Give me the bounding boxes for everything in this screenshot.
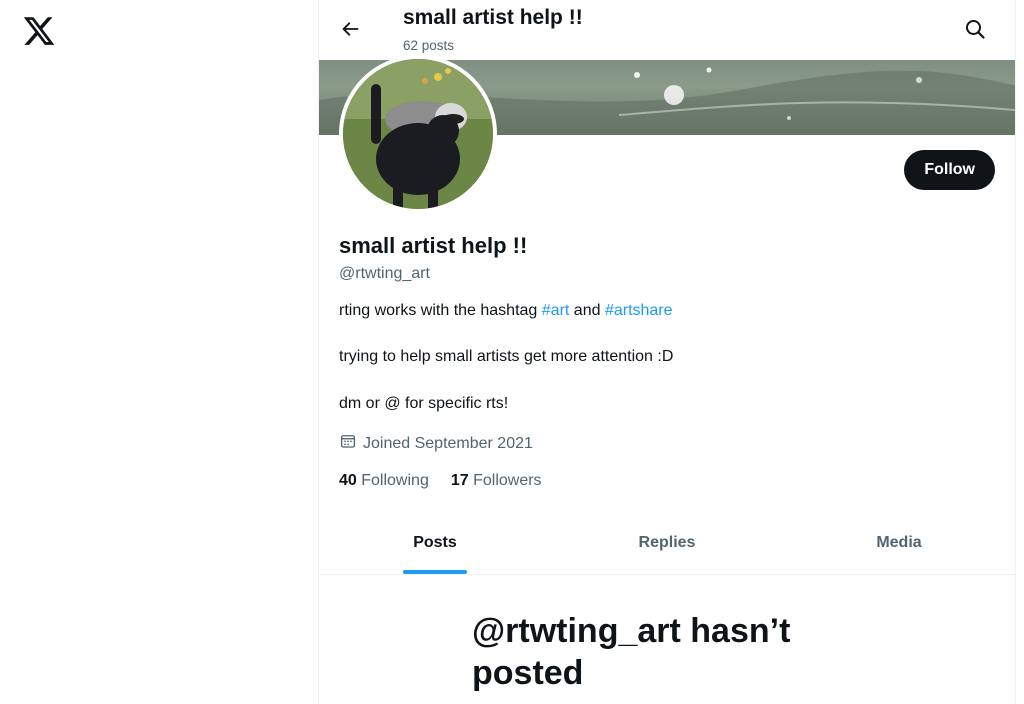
search-icon[interactable] (963, 17, 987, 41)
joined-text: Joined September 2021 (363, 434, 533, 452)
active-tab-indicator (403, 570, 467, 574)
tab-label: Replies (638, 534, 696, 551)
followers-link[interactable]: 17 Followers (451, 472, 542, 490)
following-link[interactable]: 40 Following (339, 472, 429, 490)
empty-state-title: @rtwting_art hasn’t posted (472, 612, 791, 692)
tab-label: Media (876, 534, 922, 551)
hashtag-link-artshare[interactable]: #artshare (605, 302, 673, 319)
followers-label: Followers (473, 472, 542, 489)
joined-date: Joined September 2021 (339, 432, 533, 455)
followers-count: 17 (450, 472, 469, 489)
bio-line-3: dm or @ for specific rts! (339, 395, 509, 412)
avatar[interactable] (339, 55, 497, 213)
back-arrow-icon[interactable] (339, 18, 361, 40)
calendar-icon (339, 432, 357, 455)
tab-label: Posts (413, 534, 457, 551)
follow-stats: 40 Following 17 Followers (339, 472, 542, 490)
tab-posts[interactable]: Posts (319, 520, 551, 574)
follow-button[interactable]: Follow (904, 150, 995, 190)
bio-text: and (569, 302, 605, 319)
bio-line-1: rting works with the hashtag #art and #a… (339, 302, 673, 320)
header-post-count: 62 posts (403, 38, 455, 53)
profile-column: small artist help !! 62 posts Follow sma… (318, 0, 1016, 704)
profile-tabs: Posts Replies Media (319, 520, 1015, 575)
bio-line-2: trying to help small artists get more at… (339, 348, 674, 365)
following-count: 40 (339, 472, 357, 489)
bio-text: rting works with the hashtag (339, 302, 542, 319)
tab-media[interactable]: Media (783, 520, 1015, 574)
hashtag-link-art[interactable]: #art (542, 302, 570, 319)
header-title: small artist help !! (403, 6, 583, 29)
profile-handle: @rtwting_art (339, 265, 430, 282)
following-label: Following (361, 472, 429, 489)
tab-replies[interactable]: Replies (551, 520, 783, 574)
profile-display-name: small artist help !! (339, 233, 528, 258)
x-logo-icon[interactable] (22, 14, 56, 48)
profile-header: small artist help !! 62 posts (319, 0, 1015, 60)
